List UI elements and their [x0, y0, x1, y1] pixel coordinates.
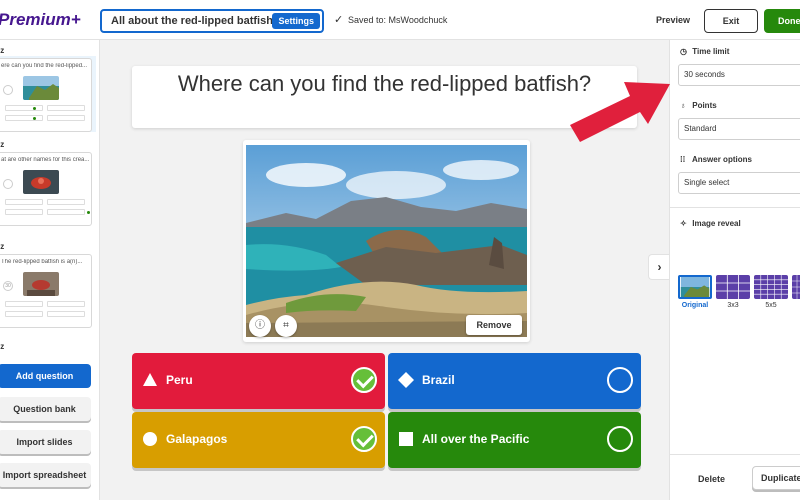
slide-thumbnail-2[interactable]: at are other names for this crea... [0, 152, 96, 226]
slide-type-label: iz [0, 242, 5, 251]
top-bar: Premium+ All about the red-lipped batfis… [0, 0, 800, 40]
time-icon: 30 [3, 281, 13, 291]
slide-thumbnail-1[interactable]: ere can you find the red-lipped... [0, 56, 96, 132]
correct-answer-toggle[interactable] [351, 367, 377, 393]
time-icon [3, 179, 13, 189]
answer-3[interactable]: Galapagos [132, 412, 385, 468]
image-reveal-label: Image reveal [692, 219, 741, 228]
question-image[interactable]: ⓘ ⌗ Remove [243, 140, 530, 342]
collapse-panel-button[interactable]: › [648, 254, 670, 280]
slide-thumbnail-3[interactable]: The red-lipped batfish is a(n)... 30 [0, 254, 96, 328]
reveal-5x5-label: 5x5 [765, 302, 777, 309]
circle-icon [143, 432, 157, 446]
time-limit-select[interactable]: 30 seconds [678, 64, 800, 86]
done-button[interactable]: Done [764, 9, 800, 33]
kahoot-title-field[interactable]: All about the red-lipped batfish Setting… [100, 9, 324, 33]
time-icon [3, 85, 13, 95]
correct-answer-toggle[interactable] [351, 426, 377, 452]
preview-button[interactable]: Preview [656, 15, 690, 25]
answer-1[interactable]: Peru [132, 353, 385, 409]
slide-question-preview: at are other names for this crea... [1, 157, 89, 163]
answer-text: Peru [166, 373, 193, 387]
delete-button[interactable]: Delete [698, 474, 725, 484]
saved-status-text: Saved to: MsWoodchuck [348, 15, 448, 25]
slide-image-thumbnail [23, 76, 59, 100]
answer-4[interactable]: All over the Pacific [388, 412, 641, 468]
slide-type-label: iz [0, 46, 5, 55]
remove-image-button[interactable]: Remove [466, 315, 522, 335]
answer-options-label: Answer options [691, 155, 752, 164]
reveal-original-label: Original [681, 302, 709, 309]
kahoot-editor: Premium+ All about the red-lipped batfis… [0, 0, 800, 500]
kahoot-title: All about the red-lipped batfish [111, 15, 273, 27]
answer-2[interactable]: Brazil [388, 353, 641, 409]
clock-icon: ◷ [680, 47, 687, 56]
slide-image-thumbnail [23, 170, 59, 194]
reveal-3x3-option[interactable] [716, 275, 750, 299]
square-icon [399, 432, 413, 446]
points-select[interactable]: Standard [678, 118, 800, 140]
answer-options-select[interactable]: Single select [678, 172, 800, 194]
sparkle-icon: ✧ [680, 219, 687, 228]
slide-sidebar: iz ere can you find the red-lipped... iz [0, 40, 100, 500]
check-icon: ✓ [334, 14, 344, 26]
crop-icon[interactable]: ⌗ [275, 315, 297, 337]
question-bank-button[interactable]: Question bank [0, 397, 91, 421]
reveal-more-option[interactable] [792, 275, 800, 299]
info-icon[interactable]: ⓘ [249, 315, 271, 337]
slide-image-thumbnail [23, 272, 59, 296]
diamond-icon [398, 372, 414, 388]
answer-options-icon: ⁞⁞ [680, 155, 686, 164]
slide-type-label: iz [0, 342, 5, 351]
brand-logo: Premium+ [0, 10, 81, 29]
add-question-button[interactable]: Add question [0, 364, 91, 388]
exit-button[interactable]: Exit [704, 9, 758, 33]
correct-answer-toggle[interactable] [607, 426, 633, 452]
settings-button[interactable]: Settings [272, 13, 320, 29]
import-spreadsheet-button[interactable]: Import spreadsheet [0, 463, 91, 487]
time-limit-label: Time limit [692, 47, 730, 56]
reveal-original-option[interactable] [678, 275, 712, 299]
import-slides-button[interactable]: Import slides [0, 430, 91, 454]
points-label: Points [692, 101, 717, 110]
annotation-arrow-icon [570, 82, 670, 142]
answer-text: Brazil [422, 373, 455, 387]
slide-question-preview: The red-lipped batfish is a(n)... [1, 259, 83, 265]
medal-icon: ♁ [680, 101, 686, 110]
correct-answer-toggle[interactable] [607, 367, 633, 393]
landscape-image [246, 145, 527, 337]
reveal-3x3-label: 3x3 [727, 302, 739, 309]
slide-type-label: iz [0, 140, 5, 149]
answer-text: All over the Pacific [422, 432, 530, 446]
answer-text: Galapagos [166, 432, 228, 446]
reveal-5x5-option[interactable] [754, 275, 788, 299]
duplicate-button[interactable]: Duplicate [752, 466, 800, 490]
slide-question-preview: ere can you find the red-lipped... [1, 63, 88, 69]
settings-panel: ◷ Time limit 30 seconds ♁ Points Standar… [669, 40, 800, 500]
triangle-icon [143, 373, 157, 386]
